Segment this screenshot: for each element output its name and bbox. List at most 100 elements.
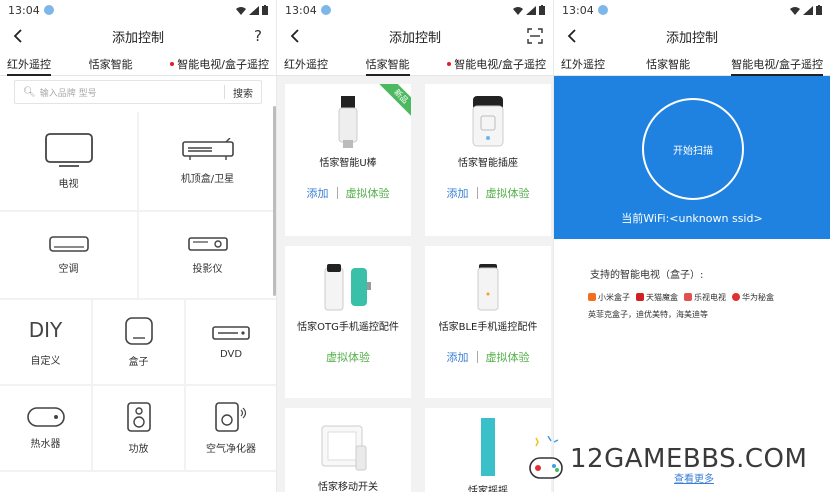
status-icons <box>236 5 268 15</box>
device-label: 空调 <box>58 263 79 275</box>
status-time: 13:04 <box>285 3 317 17</box>
product-card-mobile-switch[interactable]: 恬家移动开关 <box>285 408 411 492</box>
title-bar: 添加控制 <box>277 20 553 52</box>
device-water-heater[interactable]: 热水器 <box>0 386 91 470</box>
card-actions: 添加 虚拟体验 <box>447 185 530 201</box>
battery-icon <box>262 5 268 15</box>
brand-label: 小米盒子 <box>598 293 630 302</box>
device-label: 空气净化器 <box>206 443 256 455</box>
device-projector[interactable]: 投影仪 <box>139 212 276 298</box>
wifi-icon <box>513 6 523 15</box>
device-label: 盒子 <box>128 356 149 368</box>
air-purifier-icon <box>215 401 247 432</box>
product-card-u-stick[interactable]: 新品 恬家智能U棒 添加 虚拟体验 <box>285 84 411 236</box>
device-label: 自定义 <box>30 355 61 367</box>
tab-label: 恬家智能 <box>646 57 691 71</box>
status-bar: 13:04 <box>554 0 830 20</box>
search-input[interactable]: 输入品牌 型号 <box>40 86 97 99</box>
settop-box-icon <box>181 137 234 160</box>
virtual-demo-button[interactable]: 虚拟体验 <box>486 349 530 365</box>
back-arrow-icon[interactable] <box>285 25 305 47</box>
device-label: 投影仪 <box>192 263 223 275</box>
device-dvd[interactable]: DVD <box>186 300 276 384</box>
back-arrow-icon[interactable] <box>562 25 582 47</box>
scrollbar[interactable] <box>273 106 276 296</box>
search-field[interactable]: 🔍︎ 输入品牌 型号 搜索 <box>14 80 262 104</box>
status-time: 13:04 <box>8 3 40 17</box>
panel-smart-tv: 13:04 添加控制 红外遥控 恬家智能 智能电视/盒子遥控 开始扫描 当前Wi… <box>554 0 830 492</box>
title-bar: 添加控制 ? <box>0 20 276 52</box>
scan-area: 开始扫描 当前WiFi:<unknown ssid> <box>554 76 830 239</box>
box-icon <box>124 316 153 345</box>
device-tv[interactable]: 电视 <box>0 112 137 210</box>
tmall-icon <box>636 293 644 301</box>
air-conditioner-icon <box>48 235 89 252</box>
start-scan-button[interactable]: 开始扫描 <box>642 98 744 200</box>
add-button[interactable]: 添加 <box>447 185 469 201</box>
device-box[interactable]: 盒子 <box>93 300 184 384</box>
virtual-demo-button[interactable]: 虚拟体验 <box>486 185 530 201</box>
app-notification-icon <box>320 5 331 15</box>
scan-qr-icon[interactable] <box>525 25 545 47</box>
product-name: 恬家智能U棒 <box>319 158 377 169</box>
brand-item: 小米盒子 <box>588 292 630 303</box>
support-title: 支持的智能电视（盒子）: <box>590 270 704 281</box>
app-notification-icon <box>597 5 608 15</box>
watermark: 12GAMEBBS.COM <box>528 436 807 482</box>
brand-list-more: 英菲克盒子，迪优美特，海美迪等 <box>588 310 708 319</box>
tab-bar: 红外遥控 恬家智能 智能电视/盒子遥控 <box>0 52 276 76</box>
tab-infrared[interactable]: 红外遥控 <box>558 52 608 76</box>
status-icons <box>513 5 545 15</box>
huawei-icon <box>732 293 740 301</box>
tab-infrared[interactable]: 红外遥控 <box>4 52 54 76</box>
tab-smart-tv[interactable]: 智能电视/盒子遥控 <box>167 52 272 76</box>
product-name: 恬家BLE手机遥控配件 <box>438 322 538 333</box>
add-button[interactable]: 添加 <box>307 185 329 201</box>
scan-button-label: 开始扫描 <box>673 145 713 157</box>
device-air-purifier[interactable]: 空气净化器 <box>186 386 276 470</box>
help-button[interactable]: ? <box>248 25 268 47</box>
back-arrow-icon[interactable] <box>8 25 28 47</box>
grid-bottom-row <box>0 472 276 492</box>
product-card-ble-accessory[interactable]: 恬家BLE手机遥控配件 添加 虚拟体验 <box>425 246 551 398</box>
brand-list: 小米盒子 天猫魔盒 乐视电视 华为秘盒 <box>588 292 774 303</box>
card-actions: 虚拟体验 <box>326 349 370 365</box>
projector-icon <box>187 236 228 251</box>
device-settop-box[interactable]: 机顶盒/卫星 <box>139 112 276 210</box>
panel-infrared: 13:04 添加控制 ? 红外遥控 恬家智能 智能电视/盒子遥控 🔍︎ 输入品牌… <box>0 0 276 492</box>
virtual-demo-button[interactable]: 虚拟体验 <box>326 349 370 365</box>
search-button[interactable]: 搜索 <box>225 85 261 100</box>
search-bar: 🔍︎ 输入品牌 型号 搜索 <box>0 76 276 112</box>
brand-item: 天猫魔盒 <box>636 292 678 303</box>
product-name: 恬家智能插座 <box>458 158 518 169</box>
brand-item: 华为秘盒 <box>732 292 774 303</box>
new-dot-icon <box>170 61 175 66</box>
gamepad-logo-icon <box>529 436 563 479</box>
diy-icon: DIY <box>28 317 63 342</box>
device-air-conditioner[interactable]: 空调 <box>0 212 137 298</box>
tab-smart-tv[interactable]: 智能电视/盒子遥控 <box>444 52 549 76</box>
dvd-icon <box>212 325 250 340</box>
product-name: 恬家OTG手机遥控配件 <box>297 322 399 333</box>
tab-infrared[interactable]: 红外遥控 <box>281 52 331 76</box>
tab-smart-tv[interactable]: 智能电视/盒子遥控 <box>728 52 826 76</box>
tab-tianjia-smart[interactable]: 恬家智能 <box>363 52 413 76</box>
signal-icon <box>249 5 259 15</box>
virtual-demo-button[interactable]: 虚拟体验 <box>346 185 390 201</box>
speaker-icon <box>126 401 151 432</box>
device-label: 功放 <box>128 443 149 455</box>
add-button[interactable]: 添加 <box>447 349 469 365</box>
product-card-otg-accessory[interactable]: 恬家OTG手机遥控配件 虚拟体验 <box>285 246 411 398</box>
device-amplifier[interactable]: 功放 <box>93 386 184 470</box>
device-custom[interactable]: DIY 自定义 <box>0 300 91 384</box>
product-card-smart-plug[interactable]: 恬家智能插座 添加 虚拟体验 <box>425 84 551 236</box>
tab-tianjia-smart[interactable]: 恬家智能 <box>643 52 693 76</box>
mobile-switch-image <box>321 425 367 471</box>
status-icons <box>790 5 822 15</box>
tab-tianjia-smart[interactable]: 恬家智能 <box>86 52 136 76</box>
title-bar: 添加控制 <box>554 20 830 52</box>
water-heater-icon <box>26 406 65 427</box>
signal-icon <box>803 5 813 15</box>
tab-bar: 红外遥控 恬家智能 智能电视/盒子遥控 <box>554 52 830 76</box>
device-label: 电视 <box>58 178 79 190</box>
